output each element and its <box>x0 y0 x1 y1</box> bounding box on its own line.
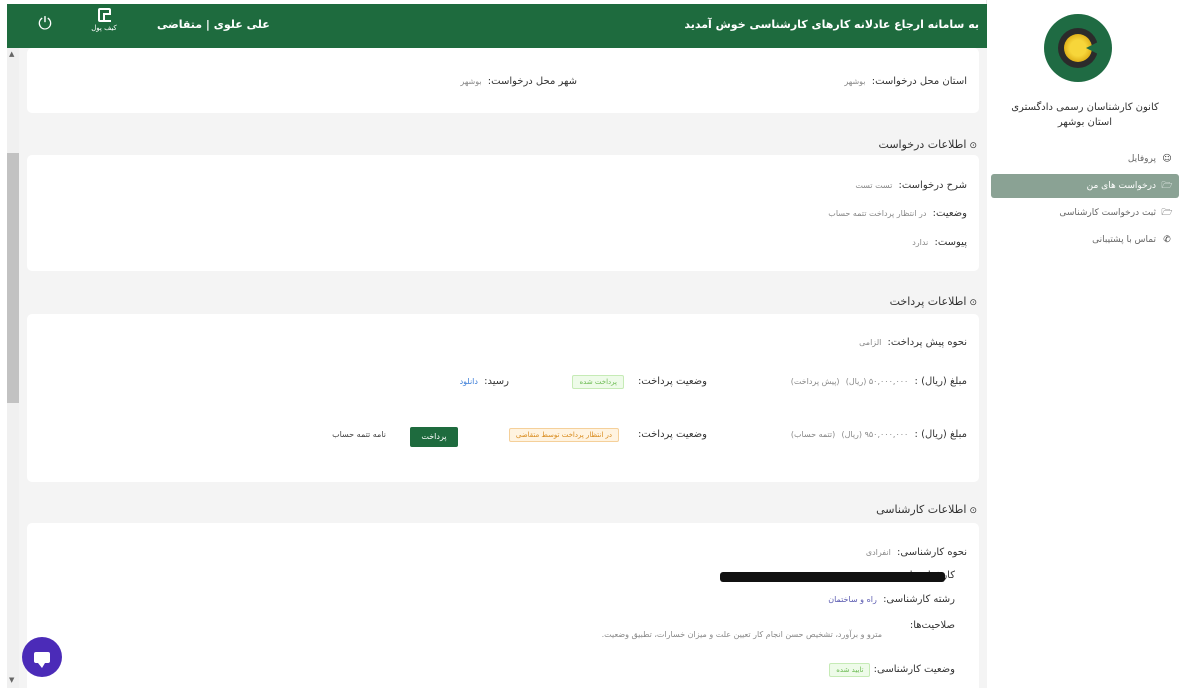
amount-value: ۹۵۰,۰۰۰,۰۰۰ (ریال) <box>841 430 909 439</box>
wallet-label: کیف پول <box>91 24 117 32</box>
amount-value: ۵۰,۰۰۰,۰۰۰ (ریال) <box>845 377 909 386</box>
amount-label: مبلغ (ریال) : <box>914 429 967 440</box>
amount-note: (تتمه حساب) <box>790 430 836 439</box>
sidebar-item-my-requests[interactable]: 🗁 درخواست های من <box>991 174 1179 198</box>
request-status-label: وضعیت: <box>932 208 967 219</box>
org-logo <box>1044 14 1112 82</box>
main-content: ▲ ▼ استان محل درخواست: بوشهر شهر محل درخ… <box>7 48 987 688</box>
sidebar-item-label: تماس با پشتیبانی <box>1092 235 1156 245</box>
attachment-value: ندارد <box>912 238 929 247</box>
payment-info-card: نحوه پیش پرداخت: الزامی مبلغ (ریال) : ۵۰… <box>27 314 979 482</box>
circle-icon: ⊙ <box>969 506 977 516</box>
amount-label: مبلغ (ریال) : <box>914 376 967 387</box>
phone-icon: ✆ <box>1163 235 1171 245</box>
wallet-icon <box>97 8 111 22</box>
org-name-line2: استان بوشهر <box>1057 117 1113 128</box>
attachment-label: پیوست: <box>934 237 967 248</box>
scrollbar[interactable]: ▲ ▼ <box>7 48 19 688</box>
power-icon[interactable]: ⏻ <box>35 14 55 34</box>
payment-row-1: مبلغ (ریال) : ۵۰,۰۰۰,۰۰۰ (ریال) (پیش پرد… <box>791 376 967 387</box>
chat-icon <box>34 651 50 668</box>
user-icon: ☺ <box>1162 154 1172 164</box>
expert-info-title[interactable]: ⊙اطلاعات کارشناسی <box>876 503 977 516</box>
user-name: علی علوی | متقاضی <box>157 18 270 31</box>
amount-note: (پیش پرداخت) <box>790 377 840 386</box>
expert-status-badge: تایید شده <box>829 663 871 677</box>
org-name: کانون کارشناسان رسمی دادگستری استان بوشه… <box>993 100 1177 130</box>
scroll-up-icon[interactable]: ▲ <box>9 50 14 58</box>
expert-status-label: وضعیت کارشناسی: <box>873 664 955 675</box>
sidebar-item-label: پروفایل <box>1127 154 1156 164</box>
chat-button[interactable] <box>22 637 62 677</box>
sidebar-item-label: ثبت درخواست کارشناسی <box>1059 208 1156 218</box>
welcome-text: به سامانه ارجاع عادلانه کارهای کارشناسی … <box>684 18 979 31</box>
expert-method-label: نحوه کارشناسی: <box>897 547 967 558</box>
folder-icon: 🗁 <box>1161 181 1173 191</box>
request-desc-label: شرح درخواست: <box>898 180 967 191</box>
payment-status-badge: در انتظار پرداخت توسط متقاضی <box>508 428 619 442</box>
pay-button[interactable]: پرداخت <box>410 427 458 447</box>
expert-method-value: انفرادی <box>865 548 891 557</box>
scrollbar-thumb[interactable] <box>7 153 19 403</box>
request-status-value: در انتظار پرداخت تتمه حساب <box>828 209 927 218</box>
sidebar-item-new-request[interactable]: 🗁 ثبت درخواست کارشناسی <box>991 201 1179 225</box>
payment-info-title[interactable]: ⊙اطلاعات پرداخت <box>890 295 977 308</box>
sidebar-item-profile[interactable]: ☺ پروفایل <box>991 147 1179 171</box>
expert-field-label: رشته کارشناسی: <box>883 594 955 605</box>
redacted-expert-name <box>720 572 945 582</box>
expert-info-card: نحوه کارشناسی: انفرادی کارشناس ا: رشته ک… <box>27 523 979 688</box>
circle-icon: ⊙ <box>969 298 977 308</box>
location-card: استان محل درخواست: بوشهر شهر محل درخواست… <box>27 48 979 113</box>
top-bar: به سامانه ارجاع عادلانه کارهای کارشناسی … <box>7 4 987 48</box>
competence-value: مترو و برآورد، تشخیص حسن انجام کار تعیین… <box>601 630 882 639</box>
payment-status-label: وضعیت پرداخت: <box>637 376 707 387</box>
circle-icon: ⊙ <box>969 141 977 151</box>
request-desc-value: تست تست <box>855 181 893 190</box>
scroll-down-icon[interactable]: ▼ <box>9 676 14 684</box>
province-label: استان محل درخواست: <box>871 76 967 87</box>
wallet-button[interactable]: کیف پول <box>84 8 124 32</box>
request-info-card: شرح درخواست: تست تست وضعیت: در انتظار پر… <box>27 155 979 271</box>
sidebar-nav: ☺ پروفایل 🗁 درخواست های من 🗁 ثبت درخواست… <box>987 145 1183 255</box>
sidebar: کانون کارشناسان رسمی دادگستری استان بوشه… <box>986 0 1183 688</box>
receipt-download-link[interactable]: دانلود <box>460 377 478 386</box>
payment-row-2: مبلغ (ریال) : ۹۵۰,۰۰۰,۰۰۰ (ریال) (تتمه ح… <box>791 429 967 440</box>
competence-label: صلاحیت‌ها: <box>909 620 955 631</box>
payment-status-badge: پرداخت شده <box>572 375 624 389</box>
folder-icon: 🗁 <box>1161 208 1173 218</box>
sidebar-item-label: درخواست های من <box>1086 181 1156 191</box>
settlement-letter-link[interactable]: نامه تتمه حساب <box>332 430 386 439</box>
city-label: شهر محل درخواست: <box>487 76 577 87</box>
sidebar-item-support[interactable]: ✆ تماس با پشتیبانی <box>991 228 1179 252</box>
payment-status-label: وضعیت پرداخت: <box>637 429 707 440</box>
org-name-line1: کانون کارشناسان رسمی دادگستری <box>1011 102 1159 113</box>
prepay-method-value: الزامی <box>859 338 882 347</box>
request-info-title[interactable]: ⊙اطلاعات درخواست <box>879 138 977 151</box>
city-value: بوشهر <box>460 77 482 86</box>
expert-field-value: راه و ساختمان <box>828 595 877 604</box>
prepay-method-label: نحوه پیش پرداخت: <box>887 337 967 348</box>
receipt-label: رسید: <box>484 376 509 387</box>
province-value: بوشهر <box>844 77 866 86</box>
